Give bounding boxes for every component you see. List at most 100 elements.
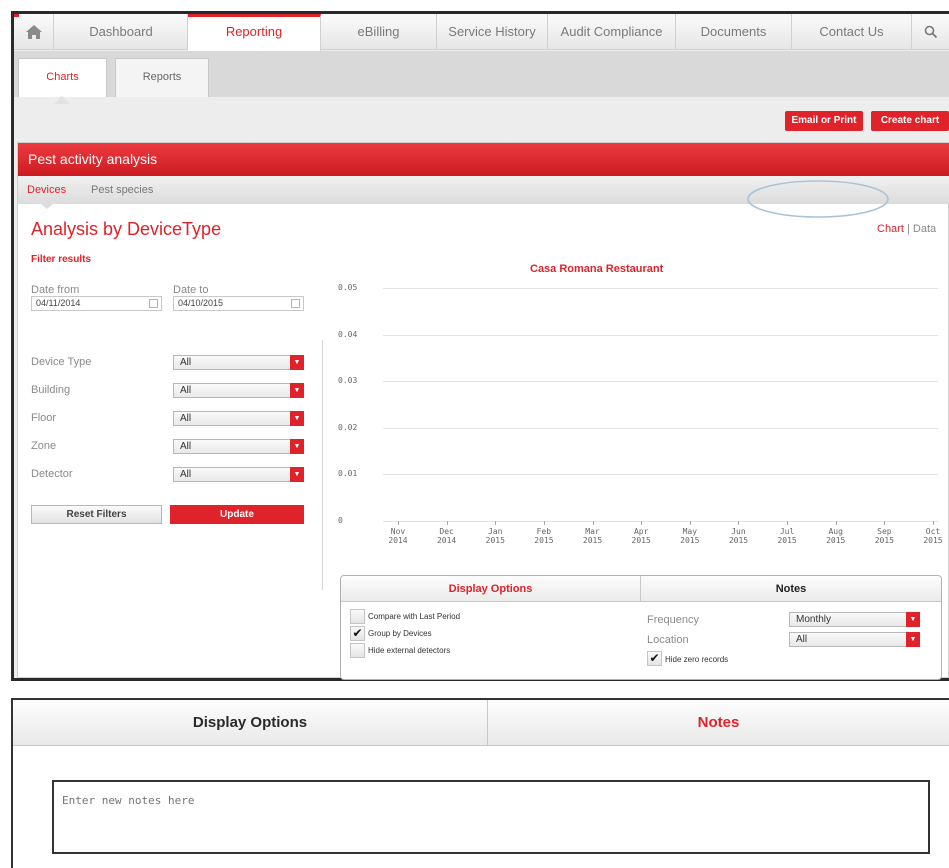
hide-zero-records-checkbox[interactable]: ✔	[647, 651, 662, 666]
date-to-label: Date to	[173, 284, 209, 296]
date-to-value: 04/10/2015	[178, 298, 224, 308]
zone-select[interactable]: All ▼	[173, 439, 304, 454]
floor-label: Floor	[31, 412, 57, 424]
display-options-box: Display Options Notes Compare with Last …	[340, 575, 942, 680]
gridline	[383, 427, 938, 429]
chart-title: Casa Romana Restaurant	[530, 263, 664, 275]
x-tick-mark	[495, 521, 497, 525]
frequency-select[interactable]: Monthly ▼	[789, 612, 920, 627]
x-tick-mark	[835, 521, 837, 525]
home-button[interactable]	[14, 14, 54, 50]
chevron-down-icon: ▼	[290, 467, 304, 482]
check-icon: ✔	[649, 651, 660, 665]
y-tick-label: 0.05	[338, 283, 358, 292]
date-to-input[interactable]: 04/10/2015	[173, 296, 304, 311]
notes-textarea[interactable]	[52, 780, 930, 854]
x-tick-label: May 2015	[680, 527, 700, 545]
create-chart-button[interactable]: Create chart	[871, 111, 949, 131]
floor-value: All	[180, 413, 192, 424]
tab-reports[interactable]: Reports	[115, 58, 209, 97]
active-tab-pointer	[54, 96, 70, 104]
hide-zero-records-label: Hide zero records	[665, 655, 729, 664]
x-tick-mark	[446, 521, 448, 525]
x-tick-label: Nov 2014	[388, 527, 408, 545]
location-select[interactable]: All ▼	[789, 632, 920, 647]
floor-select[interactable]: All ▼	[173, 411, 304, 426]
gridline	[383, 521, 938, 522]
gridline	[383, 334, 938, 336]
data-view-link[interactable]: Data	[913, 223, 936, 235]
email-or-print-button[interactable]: Email or Print	[785, 111, 863, 131]
home-icon	[26, 25, 42, 39]
x-tick-label: Aug 2015	[826, 527, 846, 545]
notes-panel: Display Options Notes	[11, 698, 949, 868]
update-button[interactable]: Update	[170, 505, 304, 524]
nav-ebilling[interactable]: eBilling	[321, 14, 437, 50]
x-tick-label: Mar 2015	[582, 527, 603, 545]
tab-notes[interactable]: Notes	[488, 700, 949, 746]
date-from-input[interactable]: 04/11/2014	[31, 296, 162, 311]
building-label: Building	[31, 384, 71, 396]
reset-filters-button[interactable]: Reset Filters	[31, 505, 162, 524]
view-separator: |	[906, 223, 910, 235]
zone-label: Zone	[31, 440, 57, 452]
panel-title: Pest activity analysis	[18, 143, 949, 176]
gridline	[383, 474, 938, 476]
x-tick-label: Oct 2015	[923, 527, 943, 545]
location-label: Location	[647, 634, 689, 646]
group-by-devices-checkbox[interactable]: ✔	[350, 626, 365, 641]
tab-display-options[interactable]: Display Options	[341, 576, 641, 602]
location-value: All	[796, 634, 808, 645]
x-tick-label: Feb 2015	[534, 527, 554, 545]
nav-audit-compliance[interactable]: Audit Compliance	[548, 14, 676, 50]
y-tick-label: 0.02	[338, 422, 358, 432]
tab-charts[interactable]: Charts	[18, 58, 107, 97]
y-tick-label: 0.03	[338, 376, 358, 386]
x-tick-label: Jun 2015	[728, 527, 749, 545]
tab-devices[interactable]: Devices	[27, 184, 66, 196]
nav-reporting[interactable]: Reporting	[188, 14, 321, 52]
hide-external-detectors-label: Hide external detectors	[368, 646, 451, 655]
calendar-icon[interactable]	[291, 299, 300, 308]
annotation-ellipse	[747, 180, 889, 218]
nav-dashboard[interactable]: Dashboard	[55, 14, 188, 50]
gridline	[383, 381, 938, 383]
detector-select[interactable]: All ▼	[173, 467, 304, 482]
chevron-down-icon: ▼	[906, 612, 920, 627]
search-button[interactable]	[912, 14, 949, 50]
y-tick-label: 0.01	[338, 469, 358, 479]
notes-panel-tabs: Display Options Notes	[13, 700, 949, 746]
device-type-select[interactable]: All ▼	[173, 355, 304, 370]
x-tick-label: Dec 2014	[436, 527, 457, 545]
analysis-panel: Pest activity analysis Devices Pest spec…	[17, 142, 949, 680]
tab-display-options[interactable]: Display Options	[13, 700, 488, 746]
app-window: Dashboard Reporting eBilling Service His…	[11, 11, 949, 681]
view-switch: Chart | Data	[877, 223, 936, 235]
calendar-icon[interactable]	[149, 299, 158, 308]
chevron-down-icon: ▼	[290, 355, 304, 370]
device-type-value: All	[180, 357, 192, 368]
x-tick-mark	[398, 521, 399, 525]
x-tick-mark	[787, 521, 789, 525]
building-select[interactable]: All ▼	[173, 383, 304, 398]
x-tick-label: Sep 2015	[874, 527, 894, 545]
x-tick-mark	[641, 521, 643, 525]
nav-service-history[interactable]: Service History	[437, 14, 548, 50]
chart-view-link[interactable]: Chart	[877, 223, 904, 235]
y-tick-label: 0.04	[338, 329, 358, 339]
tab-notes[interactable]: Notes	[641, 576, 941, 602]
tab-pest-species[interactable]: Pest species	[91, 184, 153, 196]
date-from-label: Date from	[31, 284, 80, 296]
nav-contact-us[interactable]: Contact Us	[792, 14, 912, 50]
device-type-label: Device Type	[31, 356, 92, 368]
compare-last-period-label: Compare with Last Period	[368, 612, 461, 621]
building-value: All	[180, 385, 192, 396]
nav-documents[interactable]: Documents	[676, 14, 792, 50]
x-tick-mark	[738, 521, 740, 525]
compare-last-period-checkbox[interactable]	[350, 609, 365, 624]
chevron-down-icon: ▼	[906, 632, 920, 647]
x-tick-mark	[933, 521, 934, 525]
hide-external-detectors-checkbox[interactable]	[350, 643, 365, 658]
filter-results-title: Filter results	[31, 254, 92, 265]
top-navigation: Dashboard Reporting eBilling Service His…	[14, 14, 949, 52]
